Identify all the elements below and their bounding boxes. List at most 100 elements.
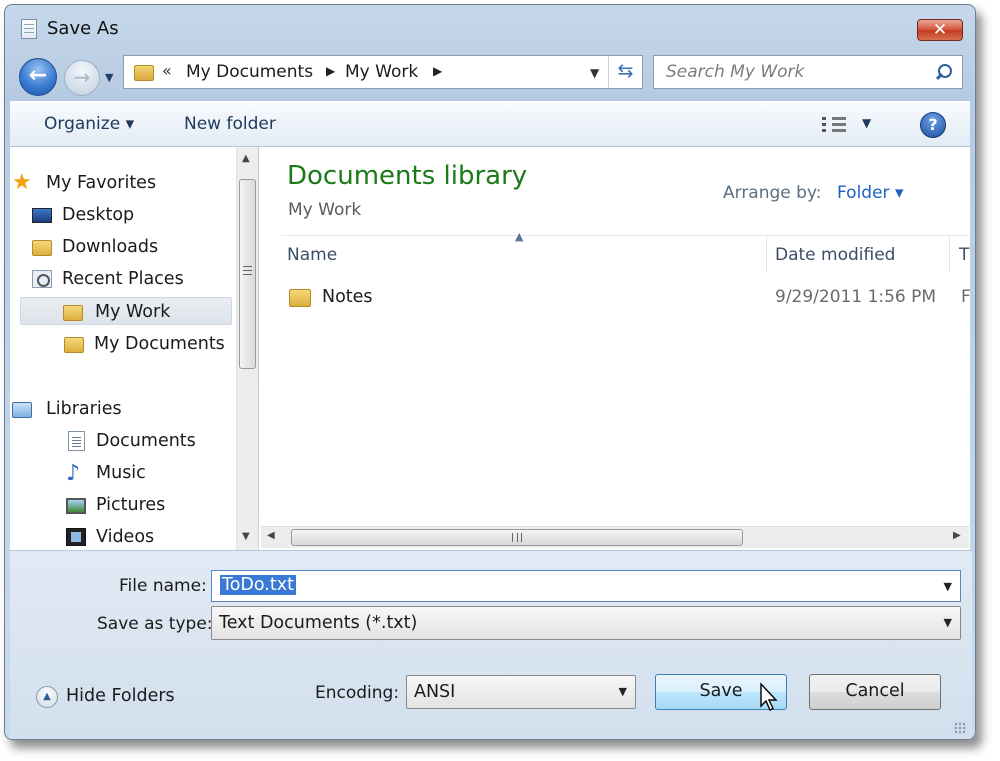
sidebar-item-my-documents[interactable]: My Documents (64, 330, 225, 358)
horizontal-scrollbar[interactable]: ◀ ▶ (261, 526, 969, 548)
file-name: Notes (322, 287, 373, 307)
history-dropdown-icon[interactable]: ▼ (105, 71, 113, 84)
save-as-type-select[interactable]: Text Documents (*.txt) ▼ (211, 606, 961, 640)
chevron-right-icon[interactable]: ▶ (326, 64, 335, 78)
list-item[interactable]: Notes 9/29/2011 1:56 PM F (281, 283, 971, 313)
organize-button[interactable]: Organize ▾ (44, 114, 134, 134)
breadcrumb-my-work[interactable]: My Work (345, 62, 418, 82)
navigation-scrollbar[interactable]: ▲ ▼ (236, 147, 258, 550)
arrange-by-dropdown[interactable]: Folder ▾ (837, 183, 903, 203)
sidebar-item-pictures[interactable]: Pictures (66, 491, 166, 519)
arrange-by-label: Arrange by: (723, 183, 822, 203)
address-dropdown-icon[interactable]: ▼ (590, 66, 599, 80)
sidebar-item-videos[interactable]: Videos (66, 523, 155, 551)
folder-icon (63, 305, 83, 321)
sidebar-item-my-favorites[interactable]: ★ My Favorites (12, 169, 157, 197)
forward-button[interactable]: → (64, 60, 100, 96)
search-icon[interactable] (934, 62, 952, 82)
breadcrumb-my-documents[interactable]: My Documents (186, 62, 313, 82)
encoding-select[interactable]: ANSI ▼ (406, 675, 636, 709)
libraries-icon (12, 402, 32, 418)
help-icon[interactable]: ? (920, 112, 946, 138)
save-as-type-value: Text Documents (*.txt) (219, 613, 418, 633)
back-button[interactable]: ← (19, 58, 57, 96)
scrollbar-thumb[interactable] (239, 179, 256, 369)
sidebar-item-music[interactable]: ♪ Music (66, 459, 146, 487)
sidebar-item-label: Pictures (96, 495, 166, 515)
chevron-down-icon[interactable]: ▼ (944, 580, 952, 593)
sidebar-item-documents[interactable]: Documents (68, 427, 196, 455)
column-divider[interactable] (766, 236, 767, 272)
sidebar-item-label: My Work (95, 302, 171, 322)
sidebar-item-label: Recent Places (62, 269, 184, 289)
sidebar-item-desktop[interactable]: Desktop (32, 201, 135, 229)
file-date-modified: 9/29/2011 1:56 PM (775, 287, 937, 307)
sidebar-item-my-work[interactable]: My Work (20, 297, 232, 325)
grip-icon (243, 266, 252, 275)
sidebar-item-downloads[interactable]: Downloads (32, 233, 159, 261)
chevron-down-icon[interactable]: ▼ (619, 685, 627, 698)
sidebar-item-recent-places[interactable]: Recent Places (32, 265, 184, 293)
search-input[interactable]: Search My Work (653, 55, 963, 89)
sidebar-item-libraries[interactable]: Libraries (12, 395, 122, 423)
scroll-right-icon[interactable]: ▶ (953, 530, 961, 541)
breadcrumb-overflow[interactable]: « (162, 61, 172, 80)
navigation-bar: ← → ▼ « My Documents ▶ My Work ▶ ▼ ⇆ Sea… (5, 49, 975, 101)
scroll-left-icon[interactable]: ◀ (267, 530, 275, 541)
film-icon (66, 528, 86, 546)
library-subtitle: My Work (288, 200, 362, 220)
close-button[interactable]: ✕ (917, 19, 963, 41)
sidebar-item-label: Videos (96, 527, 155, 547)
sidebar-item-label: Downloads (62, 237, 159, 257)
music-note-icon: ♪ (66, 461, 81, 486)
recent-places-icon (32, 270, 52, 288)
mouse-pointer-icon (760, 682, 778, 711)
downloads-folder-icon (32, 240, 52, 256)
view-dropdown-icon[interactable]: ▼ (862, 116, 871, 130)
cancel-button[interactable]: Cancel (809, 674, 941, 710)
column-header-type[interactable]: T (959, 245, 969, 265)
search-placeholder: Search My Work (666, 62, 805, 82)
sidebar-item-label: My Documents (94, 334, 225, 354)
view-options-icon[interactable] (822, 117, 848, 133)
title-bar[interactable]: Save As ✕ (5, 5, 975, 47)
file-list-pane: Documents library My Work Arrange by: Fo… (259, 147, 971, 550)
file-name-label: File name: (119, 576, 207, 596)
scrollbar-thumb[interactable] (291, 529, 743, 546)
save-options-panel: File name: ToDo.txt ▼ Save as type: Text… (10, 550, 972, 739)
column-header-date-modified[interactable]: Date modified (775, 245, 895, 265)
sidebar-item-label: Documents (96, 431, 196, 451)
encoding-value: ANSI (414, 682, 456, 702)
address-bar[interactable]: « My Documents ▶ My Work ▶ ▼ ⇆ (123, 55, 643, 89)
hide-folders-button[interactable]: Hide Folders (66, 686, 175, 706)
navigation-pane: ★ My Favorites Desktop Downloads Recent … (10, 147, 258, 550)
collapse-icon[interactable]: ▲ (36, 686, 58, 708)
resize-grip-icon[interactable] (954, 722, 966, 734)
column-header-name[interactable]: Name (287, 245, 337, 265)
sidebar-item-label: Music (96, 463, 146, 483)
chevron-right-icon[interactable]: ▶ (433, 64, 442, 78)
document-icon (68, 431, 85, 451)
new-folder-button[interactable]: New folder (184, 114, 276, 134)
refresh-button[interactable]: ⇆ (608, 56, 642, 88)
scroll-down-icon[interactable]: ▼ (242, 531, 250, 542)
sidebar-item-label: My Favorites (46, 173, 157, 193)
window-title: Save As (47, 18, 119, 39)
chevron-down-icon[interactable]: ▼ (944, 616, 952, 629)
column-divider[interactable] (949, 236, 950, 272)
file-name-input[interactable]: ToDo.txt ▼ (211, 570, 961, 602)
star-icon: ★ (12, 170, 32, 195)
encoding-label: Encoding: (315, 683, 400, 703)
library-title: Documents library (287, 161, 528, 191)
command-bar: Organize ▾ New folder ▼ ? (10, 101, 970, 147)
documents-folder-icon (64, 337, 84, 353)
sort-ascending-icon: ▲ (515, 230, 524, 243)
sidebar-item-label: Libraries (46, 399, 122, 419)
scroll-up-icon[interactable]: ▲ (242, 153, 250, 164)
save-as-type-label: Save as type: (97, 614, 213, 634)
folder-icon (289, 289, 311, 307)
grip-icon (512, 533, 522, 542)
pictures-icon (66, 498, 86, 514)
column-headers: ▲ Name Date modified T (281, 230, 971, 273)
sidebar-item-label: Desktop (62, 205, 135, 225)
